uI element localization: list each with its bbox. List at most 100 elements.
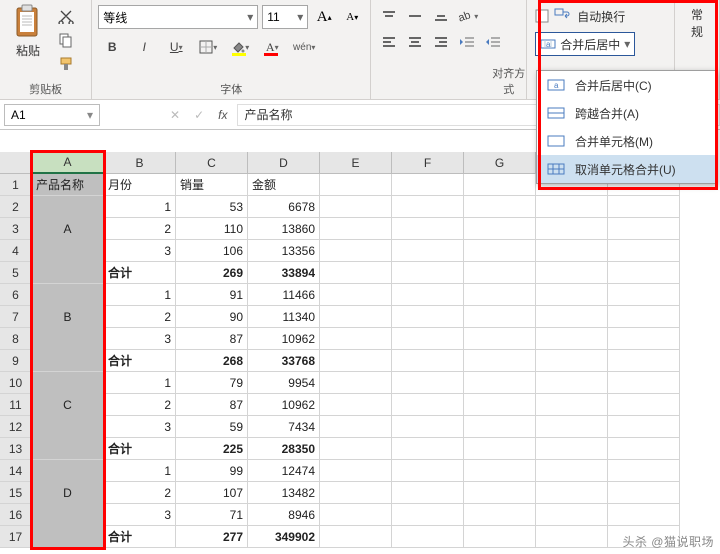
cell[interactable] — [320, 306, 392, 328]
cell[interactable]: 合计 — [104, 438, 176, 460]
cell[interactable]: D — [32, 482, 104, 504]
cell[interactable] — [464, 438, 536, 460]
cell[interactable] — [536, 526, 608, 548]
cell[interactable]: 268 — [176, 350, 248, 372]
cell[interactable]: 产品名称 — [32, 174, 104, 196]
row-header-7[interactable]: 7 — [0, 306, 32, 328]
cell[interactable] — [320, 504, 392, 526]
row-header-16[interactable]: 16 — [0, 504, 32, 526]
cell[interactable] — [536, 218, 608, 240]
select-all-corner[interactable] — [0, 152, 32, 174]
cell[interactable]: 合计 — [104, 262, 176, 284]
cell[interactable]: 2 — [104, 218, 176, 240]
row-header-5[interactable]: 5 — [0, 262, 32, 284]
cell[interactable]: 225 — [176, 438, 248, 460]
cell[interactable] — [464, 262, 536, 284]
column-header-D[interactable]: D — [248, 152, 320, 174]
cell[interactable]: 28350 — [248, 438, 320, 460]
cell[interactable] — [608, 262, 680, 284]
row-header-2[interactable]: 2 — [0, 196, 32, 218]
cell[interactable]: 269 — [176, 262, 248, 284]
row-header-13[interactable]: 13 — [0, 438, 32, 460]
cell[interactable]: 3 — [104, 328, 176, 350]
cell[interactable]: 7434 — [248, 416, 320, 438]
cell[interactable] — [464, 482, 536, 504]
cell[interactable]: 销量 — [176, 174, 248, 196]
cell[interactable] — [536, 372, 608, 394]
cell[interactable] — [464, 284, 536, 306]
merge-center-dropdown[interactable]: a 合并后居中 ▾ — [535, 32, 635, 56]
cell[interactable] — [608, 438, 680, 460]
cell[interactable] — [608, 504, 680, 526]
cell[interactable]: 1 — [104, 196, 176, 218]
unmerge-cells-item[interactable]: 取消单元格合并(U) — [537, 155, 715, 183]
font-family-select[interactable]: 等线 ▾ — [98, 5, 258, 29]
column-header-E[interactable]: E — [320, 152, 392, 174]
border-button[interactable]: ▾ — [194, 35, 222, 59]
cell[interactable] — [608, 350, 680, 372]
copy-button[interactable] — [56, 30, 76, 50]
cell[interactable] — [536, 482, 608, 504]
cell[interactable] — [392, 460, 464, 482]
cell[interactable]: 1 — [104, 372, 176, 394]
cell[interactable] — [392, 504, 464, 526]
underline-button[interactable]: U▾ — [162, 35, 190, 59]
cell[interactable] — [464, 416, 536, 438]
cell[interactable] — [392, 240, 464, 262]
grow-font-button[interactable]: A▴ — [312, 5, 336, 29]
cell[interactable]: 3 — [104, 504, 176, 526]
cell[interactable] — [392, 372, 464, 394]
cell[interactable]: 9954 — [248, 372, 320, 394]
cell[interactable]: 13482 — [248, 482, 320, 504]
cell[interactable] — [320, 350, 392, 372]
increase-indent-button[interactable] — [481, 30, 505, 54]
cell[interactable]: 11340 — [248, 306, 320, 328]
cell[interactable] — [536, 196, 608, 218]
cell[interactable] — [464, 174, 536, 196]
cell[interactable] — [32, 240, 104, 262]
cell[interactable]: 合计 — [104, 526, 176, 548]
number-format-select[interactable]: 常规 — [681, 4, 713, 42]
align-left-button[interactable] — [377, 30, 401, 54]
cell[interactable]: 33768 — [248, 350, 320, 372]
name-box[interactable]: A1 ▾ — [4, 104, 100, 126]
cell[interactable] — [392, 394, 464, 416]
cell[interactable]: 3 — [104, 240, 176, 262]
cell[interactable] — [536, 328, 608, 350]
cell[interactable] — [392, 218, 464, 240]
cell[interactable] — [608, 416, 680, 438]
cell[interactable]: 13356 — [248, 240, 320, 262]
cell[interactable] — [464, 240, 536, 262]
align-middle-button[interactable] — [403, 4, 427, 28]
cell[interactable] — [392, 306, 464, 328]
cell[interactable] — [32, 460, 104, 482]
cell[interactable]: 13860 — [248, 218, 320, 240]
cell[interactable]: 8946 — [248, 504, 320, 526]
cell[interactable] — [32, 328, 104, 350]
column-header-A[interactable]: A — [32, 152, 104, 174]
cell[interactable] — [320, 262, 392, 284]
cell[interactable] — [536, 240, 608, 262]
cell[interactable] — [464, 306, 536, 328]
merge-center-item[interactable]: a 合并后居中(C) — [537, 71, 715, 99]
align-bottom-button[interactable] — [429, 4, 453, 28]
cell[interactable] — [608, 460, 680, 482]
row-header-10[interactable]: 10 — [0, 372, 32, 394]
cell[interactable] — [320, 174, 392, 196]
cell[interactable] — [608, 394, 680, 416]
cut-button[interactable] — [56, 6, 76, 26]
cell[interactable]: 106 — [176, 240, 248, 262]
cell[interactable] — [464, 350, 536, 372]
cell[interactable] — [608, 372, 680, 394]
cell[interactable]: A — [32, 218, 104, 240]
format-painter-button[interactable] — [56, 54, 76, 74]
cell[interactable] — [464, 218, 536, 240]
cell[interactable] — [32, 526, 104, 548]
cell[interactable] — [320, 284, 392, 306]
cell[interactable] — [392, 328, 464, 350]
merge-across-item[interactable]: 跨越合并(A) — [537, 99, 715, 127]
align-center-button[interactable] — [403, 30, 427, 54]
cell[interactable]: 1 — [104, 284, 176, 306]
cell[interactable] — [392, 196, 464, 218]
cell[interactable] — [536, 306, 608, 328]
